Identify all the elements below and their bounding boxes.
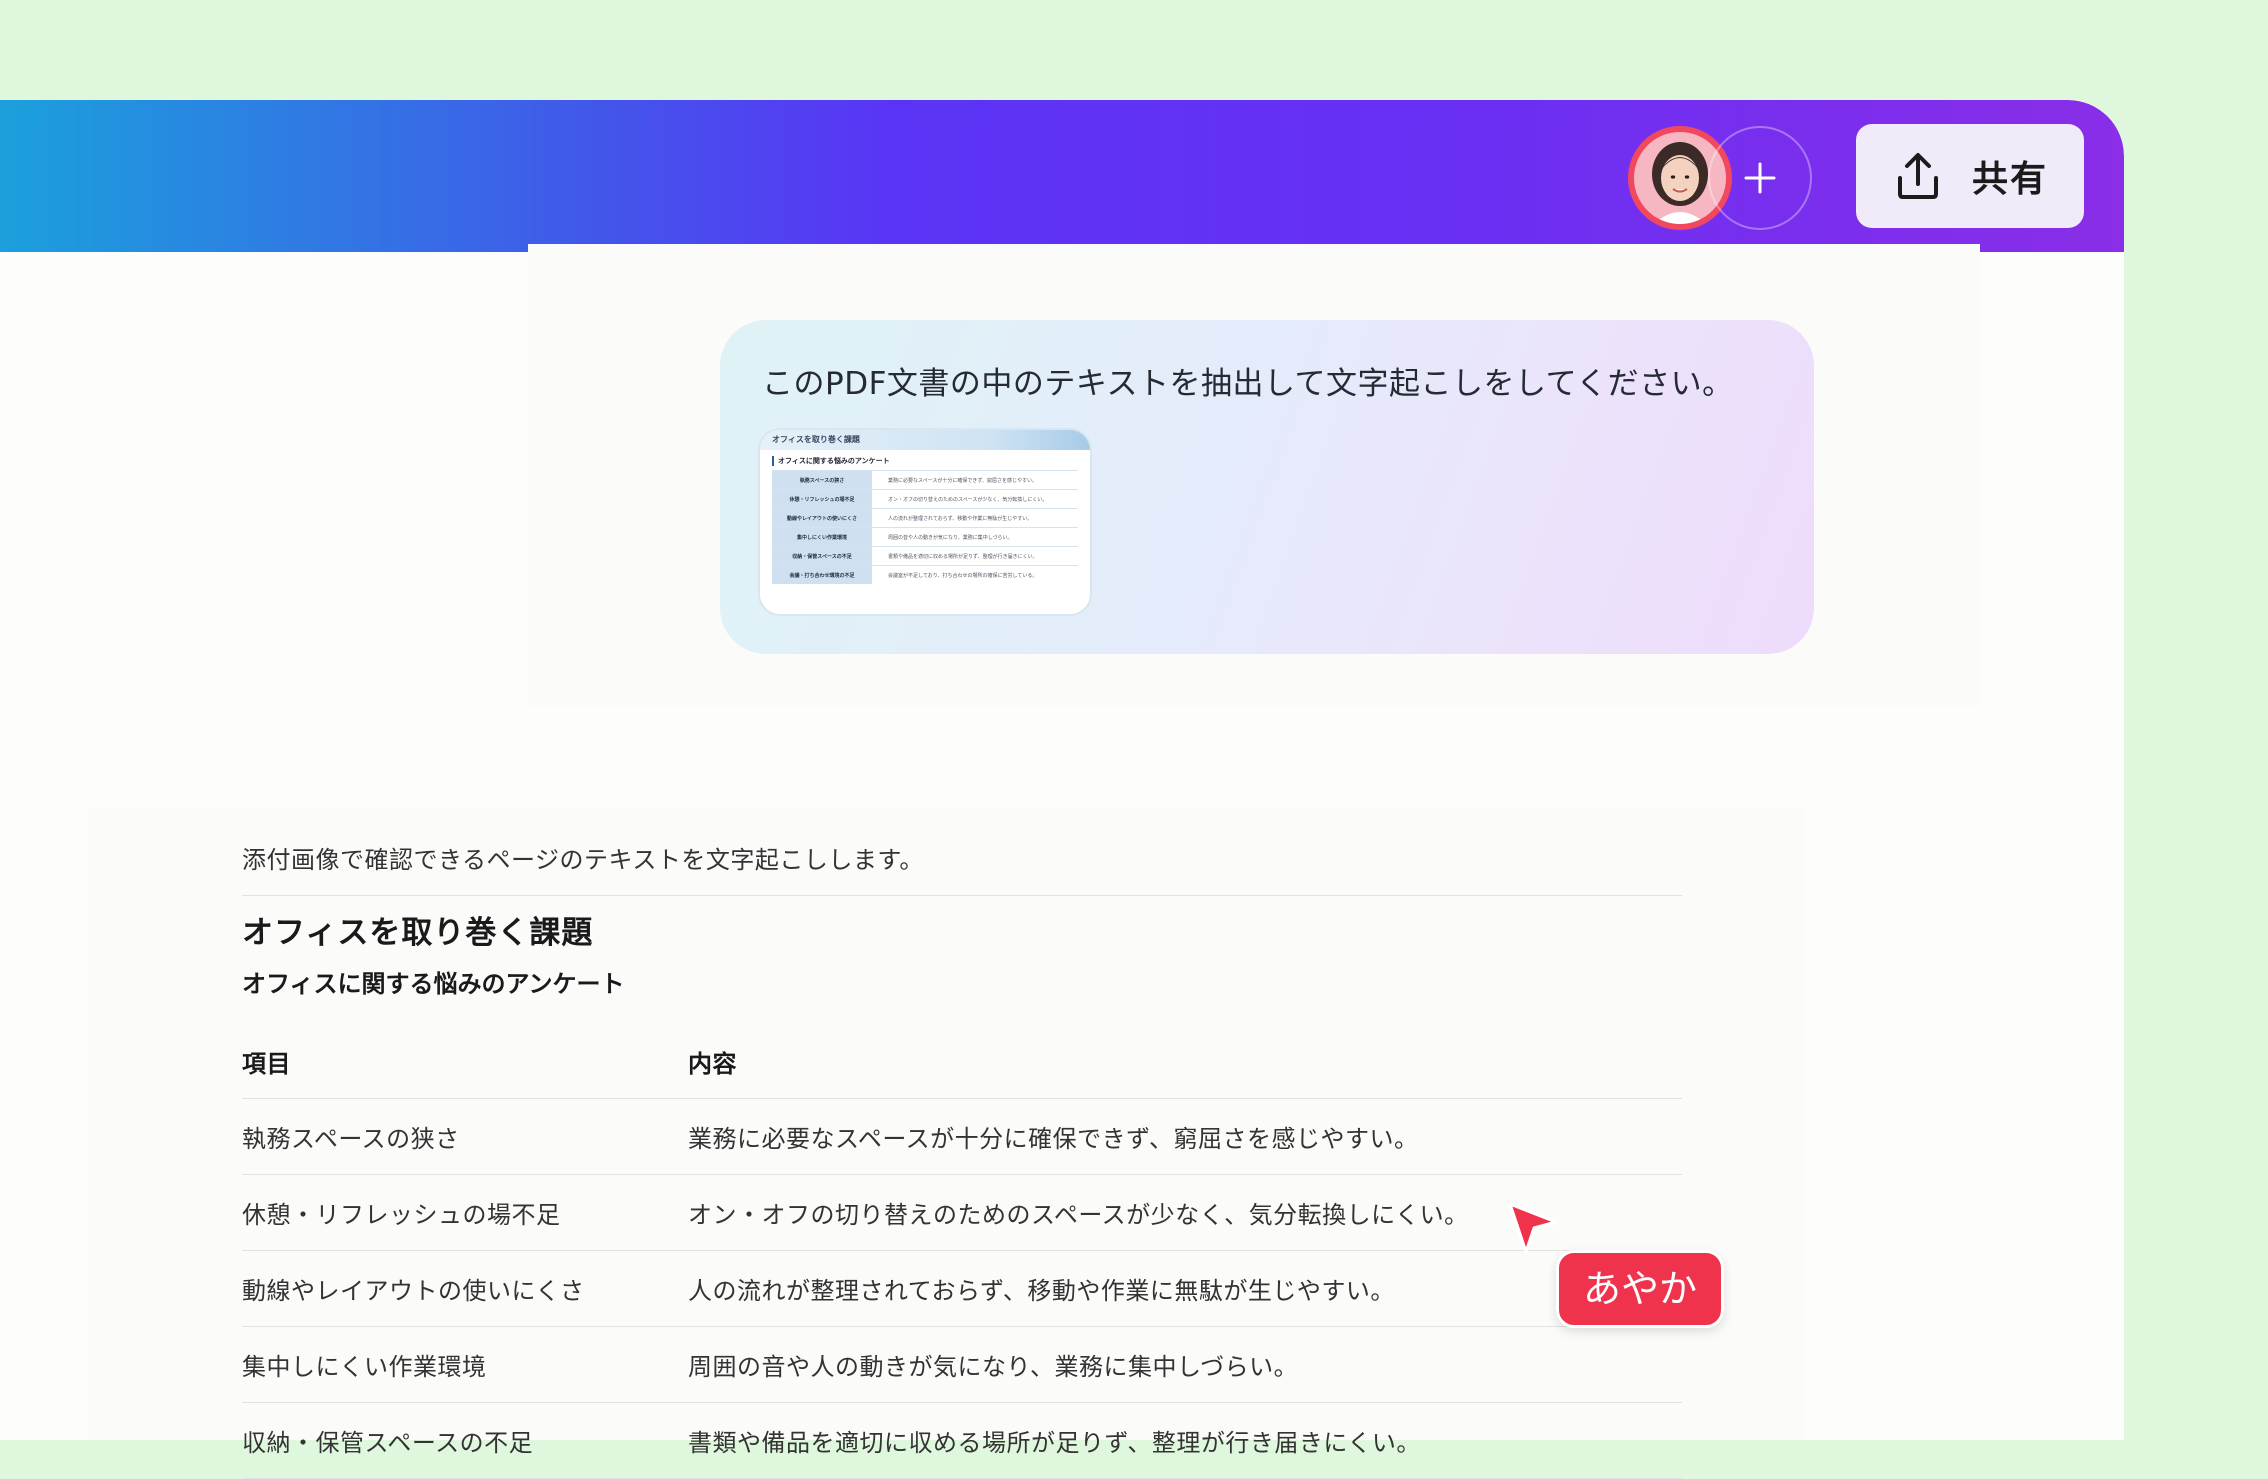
table-row: 休憩・リフレッシュの場不足 オン・オフの切り替えのためのスペースが少なく、気分転… — [242, 1174, 1682, 1251]
table-row: 動線やレイアウトの使いにくさ 人の流れが整理されておらず、移動や作業に無駄が生じ… — [242, 1250, 1682, 1327]
table-cell: 収納・保管スペースの不足 — [242, 1402, 688, 1479]
table-cell: 業務に必要なスペースが十分に確保できず、窮屈さを感じやすい。 — [688, 1098, 1682, 1175]
share-button[interactable]: 共有 — [1856, 124, 2084, 228]
table-cell: 人の流れが整理されておらず、移動や作業に無駄が生じやすい。 — [688, 1250, 1682, 1327]
table-cell: 書類や備品を適切に収める場所が足りず、整理が行き届きにくい。 — [688, 1402, 1682, 1479]
thumbnail-row: 収納・保管スペースの不足 書類や備品を適切に収める場所が足りず、整理が行き届きに… — [772, 546, 1078, 565]
column-header-content: 内容 — [688, 1026, 1682, 1099]
response-heading: オフィスを取り巻く課題 — [242, 915, 594, 951]
table-cell: 休憩・リフレッシュの場不足 — [242, 1174, 688, 1251]
add-user-button[interactable] — [1708, 126, 1812, 230]
transcription-table: 項目 内容 執務スペースの狭さ 業務に必要なスペースが十分に確保できず、窮屈さを… — [242, 1026, 1682, 1479]
table-row: 収納・保管スペースの不足 書類や備品を適切に収める場所が足りず、整理が行き届きに… — [242, 1402, 1682, 1479]
response-subheading: オフィスに関する悩みのアンケート — [242, 970, 625, 998]
pdf-attachment-thumbnail[interactable]: オフィスを取り巻く課題 オフィスに関する悩みのアンケート 執務スペースの狭さ 業… — [758, 428, 1092, 616]
thumbnail-row: 執務スペースの狭さ 業務に必要なスペースが十分に確保できず、窮屈さを感じやすい。 — [772, 470, 1078, 489]
table-row: 執務スペースの狭さ 業務に必要なスペースが十分に確保できず、窮屈さを感じやすい。 — [242, 1098, 1682, 1175]
user-prompt: このPDF文書の中のテキストを抽出して文字起こしをしてください。 — [762, 366, 1734, 402]
thumbnail-title: オフィスを取り巻く課題 — [760, 430, 1090, 450]
thumbnail-subtitle: オフィスに関する悩みのアンケート — [772, 456, 1078, 466]
top-bar: 共有 — [0, 100, 2124, 252]
upload-icon — [1897, 153, 1938, 199]
table-cell: 集中しにくい作業環境 — [242, 1326, 688, 1403]
user-message-bubble: このPDF文書の中のテキストを抽出して文字起こしをしてください。 オフィスを取り… — [720, 320, 1814, 654]
table-cell: 執務スペースの狭さ — [242, 1098, 688, 1175]
thumbnail-row: 休憩・リフレッシュの場不足 オン・オフの切り替えのためのスペースが少なく、気分転… — [772, 489, 1078, 508]
collaborator-cursor-icon — [1508, 1202, 1558, 1254]
collaborator-name-tag: あやか — [1556, 1250, 1725, 1328]
thumbnail-row: 会議・打ち合わせ環境の不足 会議室が不足しており、打ち合わせの場所の確保に苦労し… — [772, 565, 1078, 584]
column-header-item: 項目 — [242, 1026, 688, 1099]
thumbnail-row: 動線やレイアウトの使いにくさ 人の流れが整理されておらず、移動や作業に無駄が生じ… — [772, 508, 1078, 527]
assistant-response: 添付画像で確認できるページのテキストを文字起こしします。 オフィスを取り巻く課題… — [242, 840, 1682, 1479]
response-intro: 添付画像で確認できるページのテキストを文字起こしします。 — [242, 840, 1682, 896]
plus-icon — [1744, 162, 1776, 194]
table-header-row: 項目 内容 — [242, 1026, 1682, 1099]
share-label: 共有 — [1971, 159, 2048, 200]
table-row: 集中しにくい作業環境 周囲の音や人の動きが気になり、業務に集中しづらい。 — [242, 1326, 1682, 1403]
table-cell: 動線やレイアウトの使いにくさ — [242, 1250, 688, 1327]
table-cell: 周囲の音や人の動きが気になり、業務に集中しづらい。 — [688, 1326, 1682, 1403]
thumbnail-row: 集中しにくい作業環境 周囲の音や人の動きが気になり、業務に集中しづらい。 — [772, 527, 1078, 546]
